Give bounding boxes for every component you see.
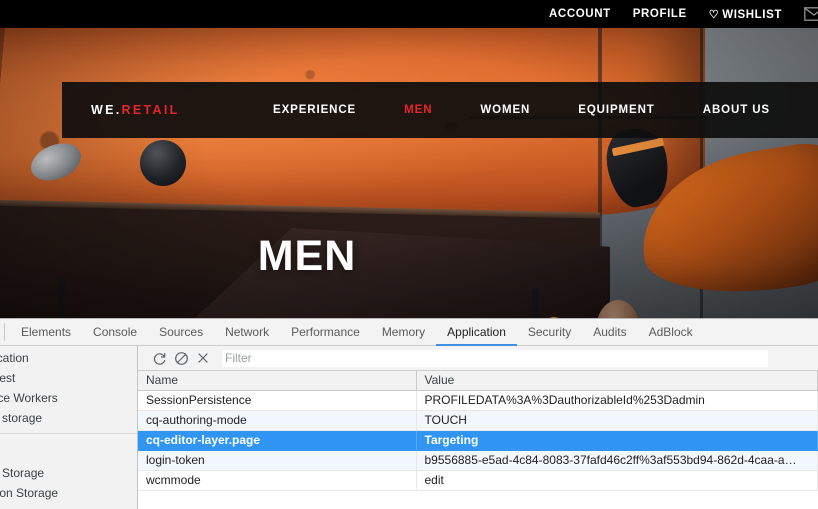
table-row-selected[interactable]: cq-editor-layer.page Targeting xyxy=(138,430,818,451)
cell-value[interactable]: Targeting xyxy=(416,430,818,451)
tab-audits[interactable]: Audits xyxy=(582,319,637,346)
cell-value[interactable]: TOUCH xyxy=(416,410,818,431)
cell-key[interactable]: cq-authoring-mode xyxy=(138,410,417,431)
nav-item-experience[interactable]: EXPERIENCE xyxy=(273,104,356,116)
mail-icon[interactable] xyxy=(804,7,818,21)
tab-network[interactable]: Network xyxy=(214,319,280,346)
table-row[interactable]: cq-authoring-mode TOUCH xyxy=(138,410,818,431)
hero-title: MEN xyxy=(257,232,357,280)
column-header-value[interactable]: Value xyxy=(416,371,818,391)
storage-toolbar xyxy=(138,346,818,371)
sidebar-item-manifest[interactable]: Manifest xyxy=(0,368,137,388)
tab-elements[interactable]: Elements xyxy=(10,319,82,346)
site-main-nav: WE.RETAIL EXPERIENCE MEN WOMEN EQUIPMENT… xyxy=(62,82,818,138)
table-header-row: Name Value xyxy=(138,371,818,391)
devtools-panel: Elements Console Sources Network Perform… xyxy=(0,318,818,509)
cell-key[interactable]: wcmmode xyxy=(138,470,417,491)
sidebar-divider xyxy=(0,433,137,434)
cell-key[interactable]: cq-editor-layer.page xyxy=(138,430,417,451)
tab-performance[interactable]: Performance xyxy=(280,319,371,346)
column-header-name[interactable]: Name xyxy=(138,371,417,391)
tab-security[interactable]: Security xyxy=(517,319,582,346)
profile-link[interactable]: PROFILE xyxy=(633,8,687,20)
filter-input[interactable] xyxy=(222,349,768,367)
tab-memory[interactable]: Memory xyxy=(371,319,436,346)
brand-logo[interactable]: WE.RETAIL xyxy=(91,103,180,117)
tab-adblock[interactable]: AdBlock xyxy=(638,319,704,346)
site-utility-bar: ACCOUNT PROFILE ♡ WISHLIST xyxy=(0,0,818,28)
devtools-sidebar: Application Manifest Service Workers Cle… xyxy=(0,346,138,509)
tab-application[interactable]: Application xyxy=(436,319,517,346)
tab-sources[interactable]: Sources xyxy=(148,319,214,346)
cell-key[interactable]: SessionPersistence xyxy=(138,390,417,411)
devtools-tabbar: Elements Console Sources Network Perform… xyxy=(0,319,818,346)
tab-console[interactable]: Console xyxy=(82,319,148,346)
sidebar-item-service-workers[interactable]: Service Workers xyxy=(0,388,137,408)
storage-table: Name Value SessionPersistence PROFILEDAT… xyxy=(138,371,818,491)
cell-value[interactable]: edit xyxy=(416,470,818,491)
devtools-main-pane: Name Value SessionPersistence PROFILEDAT… xyxy=(138,346,818,509)
delete-icon[interactable] xyxy=(192,348,214,368)
browser-page-viewport: ACCOUNT PROFILE ♡ WISHLIST WE.RETAIL EXPE… xyxy=(0,0,818,318)
table-row[interactable]: wcmmode edit xyxy=(138,470,818,491)
brand-suffix: RETAIL xyxy=(121,103,180,117)
nav-item-men[interactable]: MEN xyxy=(404,104,432,116)
nav-item-about-us[interactable]: ABOUT US xyxy=(703,104,770,116)
account-link[interactable]: ACCOUNT xyxy=(549,8,611,20)
clear-icon[interactable] xyxy=(170,348,192,368)
refresh-icon[interactable] xyxy=(148,348,170,368)
sidebar-item-session-storage[interactable]: Session Storage xyxy=(0,483,137,503)
table-row[interactable]: login-token b9556885-e5ad-4c84-8083-37fa… xyxy=(138,450,818,471)
table-row[interactable]: SessionPersistence PROFILEDATA%3A%3Dauth… xyxy=(138,390,818,411)
brand-prefix: WE. xyxy=(91,103,122,117)
devtools-body: Application Manifest Service Workers Cle… xyxy=(0,346,818,509)
wishlist-link[interactable]: ♡ WISHLIST xyxy=(709,8,782,21)
wishlist-label: WISHLIST xyxy=(722,8,782,21)
nav-links: EXPERIENCE MEN WOMEN EQUIPMENT ABOUT US xyxy=(273,104,818,116)
cell-key[interactable]: login-token xyxy=(138,450,417,471)
sidebar-item-clear-storage[interactable]: Clear storage xyxy=(0,408,137,428)
heart-icon: ♡ xyxy=(708,8,720,21)
sidebar-item-local-storage[interactable]: Local Storage xyxy=(0,463,137,483)
cell-value[interactable]: PROFILEDATA%3A%3DauthorizableId%253Dadmi… xyxy=(416,390,818,411)
nav-item-women[interactable]: WOMEN xyxy=(480,104,530,116)
sidebar-item-application[interactable]: Application xyxy=(0,348,137,368)
nav-item-equipment[interactable]: EQUIPMENT xyxy=(578,104,654,116)
cell-value[interactable]: b9556885-e5ad-4c84-8083-37fafd46c2ff%3af… xyxy=(416,450,818,471)
